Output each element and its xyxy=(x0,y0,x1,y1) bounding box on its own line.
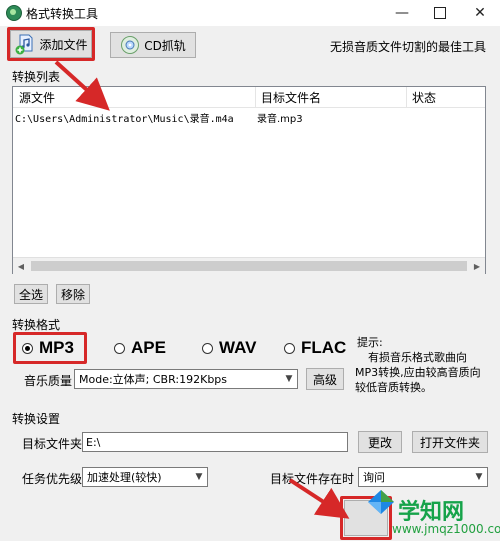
chevron-down-icon: ▼ xyxy=(195,472,203,482)
column-status[interactable]: 状态 xyxy=(412,89,436,106)
convert-list-label: 转换列表 xyxy=(12,70,61,84)
priority-select[interactable]: 加速处理(较快) ▼ xyxy=(82,467,208,487)
tagline: 无损音质文件切割的最佳工具 xyxy=(330,40,487,54)
table-row[interactable]: C:\Users\Administrator\Music\录音.m4a 录音.m… xyxy=(13,108,485,125)
row-source: C:\Users\Administrator\Music\录音.m4a xyxy=(15,114,234,125)
priority-label: 任务优先级 xyxy=(22,472,83,486)
cd-rip-label: CD抓轨 xyxy=(144,38,186,53)
column-target[interactable]: 目标文件名 xyxy=(261,89,321,106)
horizontal-scrollbar[interactable]: ◀ ▶ xyxy=(13,257,485,274)
radio-ape-label: APE xyxy=(131,338,166,357)
window-title: 格式转换工具 xyxy=(26,7,99,21)
open-folder-button[interactable]: 打开文件夹 xyxy=(412,431,488,453)
advanced-button[interactable]: 高级 xyxy=(306,368,344,390)
minimize-icon: — xyxy=(395,5,409,21)
highlight-mp3 xyxy=(13,332,87,364)
radio-ape[interactable]: APE xyxy=(114,338,166,358)
radio-wav[interactable]: WAV xyxy=(202,338,256,358)
convert-list[interactable]: 源文件 目标文件名 状态 C:\Users\Administrator\Musi… xyxy=(12,86,486,274)
radio-unselected-icon xyxy=(114,342,125,354)
exists-value: 询问 xyxy=(363,471,385,484)
format-group-label: 转换格式 xyxy=(12,318,61,332)
column-source[interactable]: 源文件 xyxy=(19,89,55,106)
list-header: 源文件 目标文件名 状态 xyxy=(13,87,485,108)
hint-title: 提示: xyxy=(357,336,383,349)
remove-button[interactable]: 移除 xyxy=(56,284,90,304)
close-button[interactable]: ✕ xyxy=(460,0,500,26)
select-all-button[interactable]: 全选 xyxy=(14,284,48,304)
chevron-down-icon: ▼ xyxy=(475,472,483,482)
cd-rip-button[interactable]: CD抓轨 xyxy=(110,32,196,58)
minimize-button[interactable]: — xyxy=(382,0,422,26)
scrollbar-thumb[interactable] xyxy=(31,261,467,271)
watermark-url: www.jmqz1000.com xyxy=(392,522,500,536)
app-icon xyxy=(6,5,22,21)
column-divider[interactable] xyxy=(406,87,407,107)
close-icon: ✕ xyxy=(474,5,486,21)
watermark-logo-icon xyxy=(368,490,394,514)
quality-select[interactable]: Mode:立体声; CBR:192Kbps ▼ xyxy=(74,369,298,389)
radio-wav-label: WAV xyxy=(219,338,257,357)
priority-value: 加速处理(较快) xyxy=(87,471,162,484)
chevron-down-icon: ▼ xyxy=(285,374,293,384)
quality-label: 音乐质量 xyxy=(24,374,73,388)
target-folder-input[interactable]: E:\ xyxy=(82,432,348,452)
scroll-right-icon[interactable]: ▶ xyxy=(469,258,485,274)
exists-label: 目标文件存在时 xyxy=(270,472,355,486)
exists-select[interactable]: 询问 ▼ xyxy=(358,467,488,487)
title-bar: 格式转换工具 — ✕ xyxy=(0,0,500,26)
highlight-add-file xyxy=(7,27,95,61)
maximize-icon xyxy=(434,7,446,19)
row-target: 录音.mp3 xyxy=(257,114,303,125)
scroll-left-icon[interactable]: ◀ xyxy=(13,258,29,274)
maximize-button[interactable] xyxy=(420,0,460,26)
radio-flac-label: FLAC xyxy=(301,338,347,357)
column-divider[interactable] xyxy=(255,87,256,107)
cd-icon xyxy=(121,36,140,54)
hint-text: 有损音乐格式歌曲向MP3转换,应由较高音质向较低音质转换。 xyxy=(355,351,481,394)
quality-value: Mode:立体声; CBR:192Kbps xyxy=(79,373,228,386)
radio-flac[interactable]: FLAC xyxy=(284,338,346,358)
radio-unselected-icon xyxy=(284,342,295,354)
change-button[interactable]: 更改 xyxy=(358,431,402,453)
settings-group-label: 转换设置 xyxy=(12,412,61,426)
radio-unselected-icon xyxy=(202,342,213,354)
target-folder-label: 目标文件夹 xyxy=(22,437,83,451)
